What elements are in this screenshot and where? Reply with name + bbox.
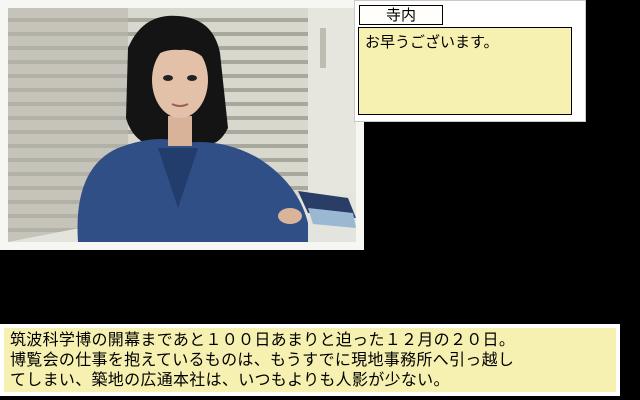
- dialogue-text: お早うございます。: [358, 27, 572, 115]
- character-portrait: [8, 8, 356, 242]
- narration-line-3: てしまい、築地の広通本社は、いつもよりも人影が少ない。: [10, 370, 450, 389]
- speaker-panel: 寺内 お早うございます。: [354, 0, 586, 122]
- narration-line-2: 博覧会の仕事を抱えているものは、もうすでに現地事務所へ引っ越し: [10, 350, 515, 369]
- speaker-name: 寺内: [359, 5, 443, 25]
- narration-line-1: 筑波科学博の開幕まであと１００日あまりと迫った１２月の２０日。: [10, 330, 516, 349]
- narration-box[interactable]: 筑波科学博の開幕まであと１００日あまりと迫った１２月の２０日。 博覧会の仕事を抱…: [0, 324, 620, 396]
- portrait-frame: [0, 0, 364, 250]
- portrait-illustration: [8, 8, 356, 242]
